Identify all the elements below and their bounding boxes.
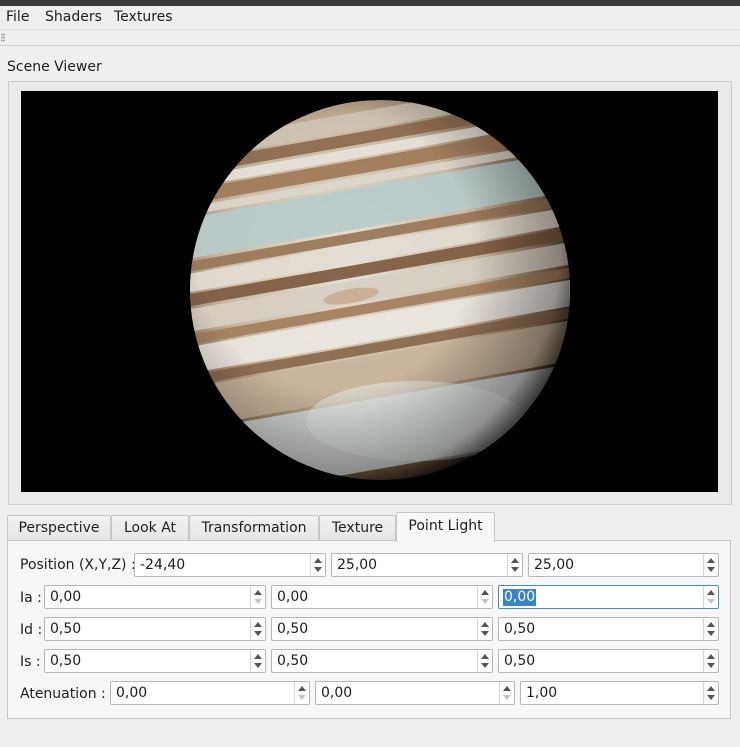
up-arrow-icon[interactable]	[707, 686, 715, 691]
up-arrow-icon[interactable]	[481, 622, 489, 627]
spin-buttons[interactable]	[703, 682, 718, 704]
menu-bar: File Shaders Textures	[0, 6, 740, 29]
is-b-input[interactable]	[499, 650, 703, 672]
down-arrow-icon[interactable]	[707, 599, 715, 604]
down-arrow-icon[interactable]	[707, 695, 715, 700]
down-arrow-icon[interactable]	[481, 663, 489, 668]
spin-buttons[interactable]	[477, 650, 492, 672]
spin-buttons[interactable]	[703, 554, 718, 576]
is-g-spinbox[interactable]	[271, 649, 493, 673]
id-label: Id :	[20, 622, 43, 638]
atenuation-quadratic-input[interactable]	[521, 682, 703, 704]
spin-buttons[interactable]	[250, 650, 265, 672]
spin-buttons[interactable]	[507, 554, 522, 576]
up-arrow-icon[interactable]	[707, 558, 715, 563]
down-arrow-icon[interactable]	[707, 567, 715, 572]
ia-r-spinbox[interactable]	[44, 585, 266, 609]
up-arrow-icon[interactable]	[707, 654, 715, 659]
down-arrow-icon[interactable]	[481, 631, 489, 636]
spin-buttons[interactable]	[250, 586, 265, 608]
down-arrow-icon[interactable]	[707, 663, 715, 668]
up-arrow-icon[interactable]	[707, 622, 715, 627]
spin-buttons[interactable]	[294, 682, 309, 704]
down-arrow-icon[interactable]	[707, 631, 715, 636]
spin-buttons[interactable]	[703, 586, 718, 608]
id-g-input[interactable]	[272, 618, 477, 640]
spin-buttons[interactable]	[477, 618, 492, 640]
atenuation-constant-input[interactable]	[111, 682, 294, 704]
tab-point-light[interactable]: Point Light	[396, 512, 495, 542]
position-z-spinbox[interactable]	[528, 553, 719, 577]
spin-buttons[interactable]	[703, 618, 718, 640]
position-x-input[interactable]	[135, 554, 310, 576]
spin-buttons[interactable]	[499, 682, 514, 704]
up-arrow-icon[interactable]	[254, 590, 262, 595]
tab-transformation[interactable]: Transformation	[189, 515, 319, 540]
down-arrow-icon[interactable]	[254, 631, 262, 636]
ia-r-input[interactable]	[45, 586, 250, 608]
up-arrow-icon[interactable]	[254, 654, 262, 659]
id-b-input[interactable]	[499, 618, 703, 640]
ia-b-spinbox[interactable]: 0,00	[498, 585, 719, 609]
atenuation-label: Atenuation :	[20, 686, 106, 702]
spin-buttons[interactable]	[703, 650, 718, 672]
id-g-spinbox[interactable]	[271, 617, 493, 641]
is-label: Is :	[20, 654, 41, 670]
id-b-spinbox[interactable]	[498, 617, 719, 641]
id-r-spinbox[interactable]	[44, 617, 266, 641]
up-arrow-icon[interactable]	[481, 590, 489, 595]
id-r-input[interactable]	[45, 618, 250, 640]
position-z-input[interactable]	[529, 554, 703, 576]
ia-label: Ia :	[20, 590, 42, 606]
planet-render	[190, 100, 570, 480]
down-arrow-icon[interactable]	[254, 663, 262, 668]
up-arrow-icon[interactable]	[254, 622, 262, 627]
spin-buttons[interactable]	[310, 554, 325, 576]
atenuation-constant-spinbox[interactable]	[110, 681, 310, 705]
down-arrow-icon[interactable]	[511, 567, 519, 572]
position-y-input[interactable]	[332, 554, 507, 576]
down-arrow-icon[interactable]	[481, 599, 489, 604]
toolbar	[0, 29, 740, 46]
position-x-spinbox[interactable]	[134, 553, 326, 577]
down-arrow-icon[interactable]	[298, 695, 306, 700]
toolbar-grip-handle[interactable]	[1, 33, 5, 42]
scene-viewer-title: Scene Viewer	[7, 59, 102, 75]
is-r-spinbox[interactable]	[44, 649, 266, 673]
ia-g-spinbox[interactable]	[271, 585, 493, 609]
up-arrow-icon[interactable]	[707, 590, 715, 595]
up-arrow-icon[interactable]	[314, 558, 322, 563]
position-y-spinbox[interactable]	[331, 553, 523, 577]
is-b-spinbox[interactable]	[498, 649, 719, 673]
down-arrow-icon[interactable]	[314, 567, 322, 572]
tab-perspective[interactable]: Perspective	[7, 515, 111, 540]
tab-texture[interactable]: Texture	[319, 515, 396, 540]
menu-shaders[interactable]: Shaders	[45, 9, 102, 26]
atenuation-linear-spinbox[interactable]	[315, 681, 515, 705]
down-arrow-icon[interactable]	[254, 599, 262, 604]
ia-b-selected-text[interactable]: 0,00	[503, 589, 537, 606]
position-label: Position (X,Y,Z) :	[20, 557, 136, 573]
spin-buttons[interactable]	[250, 618, 265, 640]
menu-file[interactable]: File	[6, 9, 29, 26]
up-arrow-icon[interactable]	[298, 686, 306, 691]
menu-textures[interactable]: Textures	[114, 9, 173, 26]
down-arrow-icon[interactable]	[503, 695, 511, 700]
up-arrow-icon[interactable]	[481, 654, 489, 659]
is-g-input[interactable]	[272, 650, 477, 672]
atenuation-linear-input[interactable]	[316, 682, 499, 704]
up-arrow-icon[interactable]	[511, 558, 519, 563]
tab-look-at[interactable]: Look At	[111, 515, 189, 540]
ia-g-input[interactable]	[272, 586, 477, 608]
spin-buttons[interactable]	[477, 586, 492, 608]
atenuation-quadratic-spinbox[interactable]	[520, 681, 719, 705]
scene-viewport[interactable]	[21, 91, 718, 492]
up-arrow-icon[interactable]	[503, 686, 511, 691]
is-r-input[interactable]	[45, 650, 250, 672]
